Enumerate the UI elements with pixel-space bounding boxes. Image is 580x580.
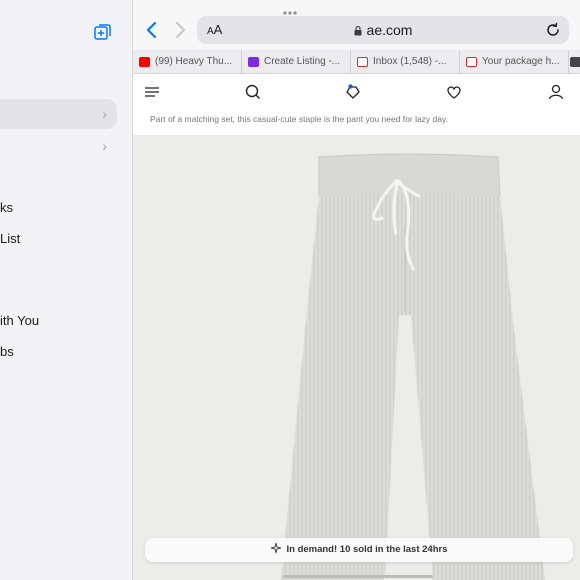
search-icon[interactable]	[244, 83, 262, 101]
lock-icon	[354, 26, 362, 36]
tab-label: (99) Heavy Thu...	[155, 56, 233, 67]
back-button[interactable]	[145, 20, 159, 40]
sidebar-item-private[interactable]: ›	[0, 131, 132, 161]
home-indicator[interactable]	[283, 575, 433, 578]
url-text: ae.com	[366, 22, 413, 38]
chevron-left-icon	[146, 21, 157, 39]
gmail-icon	[466, 57, 477, 67]
sparkle-icon	[271, 542, 282, 554]
sidebar-item-bookmarks[interactable]: ks	[0, 193, 132, 223]
sidebar-item-label: List	[0, 231, 21, 246]
sidebar-item-icloud-tabs[interactable]: bs	[0, 337, 132, 367]
rewards-icon[interactable]	[344, 83, 362, 101]
forward-button[interactable]	[173, 20, 187, 40]
tab-label: Your package h...	[482, 56, 560, 67]
youtube-icon	[139, 57, 150, 67]
product-description: Part of a matching set, this casual-cute…	[133, 111, 580, 135]
tab-label: Inbox (1,548) -...	[373, 56, 447, 67]
demand-banner: In demand! 10 sold in the last 24hrs	[145, 538, 573, 562]
sidebar-item-shared-with-you[interactable]: ith You	[0, 306, 132, 336]
browser-toolbar: AA ae.com	[133, 0, 580, 50]
tab-label: Create Listing -...	[264, 56, 341, 67]
chevron-right-icon: ›	[102, 106, 107, 122]
heart-icon[interactable]	[445, 83, 463, 101]
multitasking-dots-icon[interactable]	[283, 3, 297, 15]
address-bar[interactable]: AA ae.com	[197, 16, 569, 44]
tab-create-listing[interactable]: Create Listing -...	[242, 50, 351, 74]
sidebar-item-label: ith You	[0, 313, 40, 328]
product-image[interactable]	[133, 135, 580, 580]
chevron-right-icon: ›	[102, 138, 107, 154]
reload-icon[interactable]	[545, 22, 561, 38]
sidebar-item-label: bs	[0, 344, 14, 359]
tab-overflow[interactable]	[569, 50, 580, 74]
marketplace-icon	[248, 57, 259, 67]
account-icon[interactable]	[547, 83, 565, 101]
close-tab-icon	[570, 57, 580, 67]
demand-banner-text: In demand! 10 sold in the last 24hrs	[286, 544, 448, 555]
site-header	[133, 75, 580, 111]
tab-youtube[interactable]: (99) Heavy Thu...	[133, 50, 242, 74]
sidebar-item-start-page[interactable]: ›	[0, 99, 117, 129]
sidebar: › › ks List ith You bs	[0, 0, 133, 580]
tab-gmail-package[interactable]: Your package h...	[460, 50, 569, 74]
url-display[interactable]: ae.com	[197, 22, 569, 38]
tab-bar: (99) Heavy Thu... Create Listing -... In…	[133, 50, 580, 74]
tab-gmail-inbox[interactable]: Inbox (1,548) -...	[351, 50, 460, 74]
browser-window: AA ae.com (99) Heavy Thu... Create Listi…	[133, 0, 580, 580]
chevron-right-icon	[175, 21, 186, 39]
sidebar-item-label: ks	[0, 200, 13, 215]
new-tab-group-icon[interactable]	[93, 22, 113, 42]
menu-icon[interactable]	[143, 83, 161, 101]
gmail-icon	[357, 57, 368, 67]
sidebar-item-reading-list[interactable]: List	[0, 224, 132, 254]
